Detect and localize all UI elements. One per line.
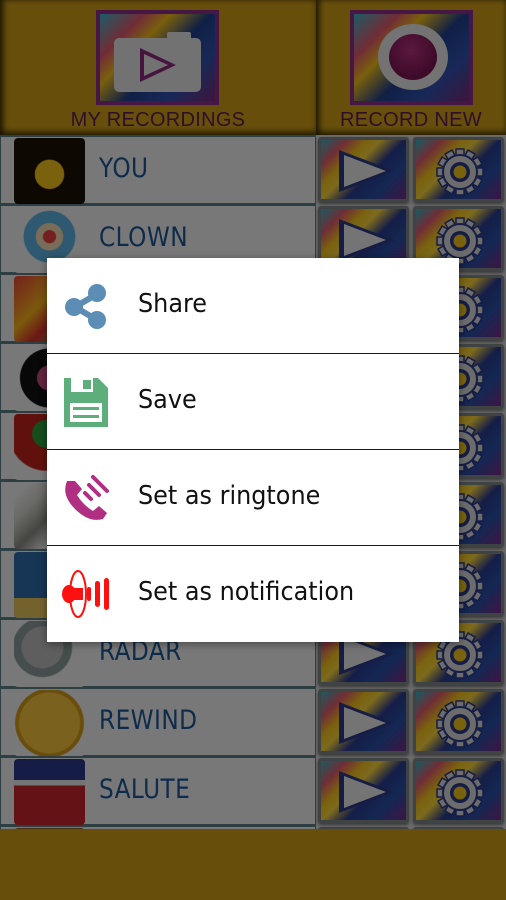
- app-root: MY RECORDINGS RECORD NEW YOUCLOWNRADARRE…: [0, 0, 506, 900]
- set-notification-label: Set as notification: [138, 577, 355, 607]
- save-option[interactable]: Save: [47, 354, 459, 450]
- save-label: Save: [138, 385, 197, 415]
- set-notification-option[interactable]: Set as notification: [47, 546, 459, 642]
- share-label: Share: [138, 289, 208, 319]
- share-option[interactable]: Share: [47, 258, 459, 354]
- set-ringtone-label: Set as ringtone: [138, 481, 321, 511]
- share-icon: [65, 284, 106, 329]
- phone-ringing-icon: [65, 475, 109, 520]
- options-dialog: Share Save Set as ringtone Set as notifi…: [47, 258, 459, 642]
- floppy-disk-icon: [64, 378, 108, 427]
- speaker-icon: [62, 570, 109, 618]
- set-ringtone-option[interactable]: Set as ringtone: [47, 450, 459, 546]
